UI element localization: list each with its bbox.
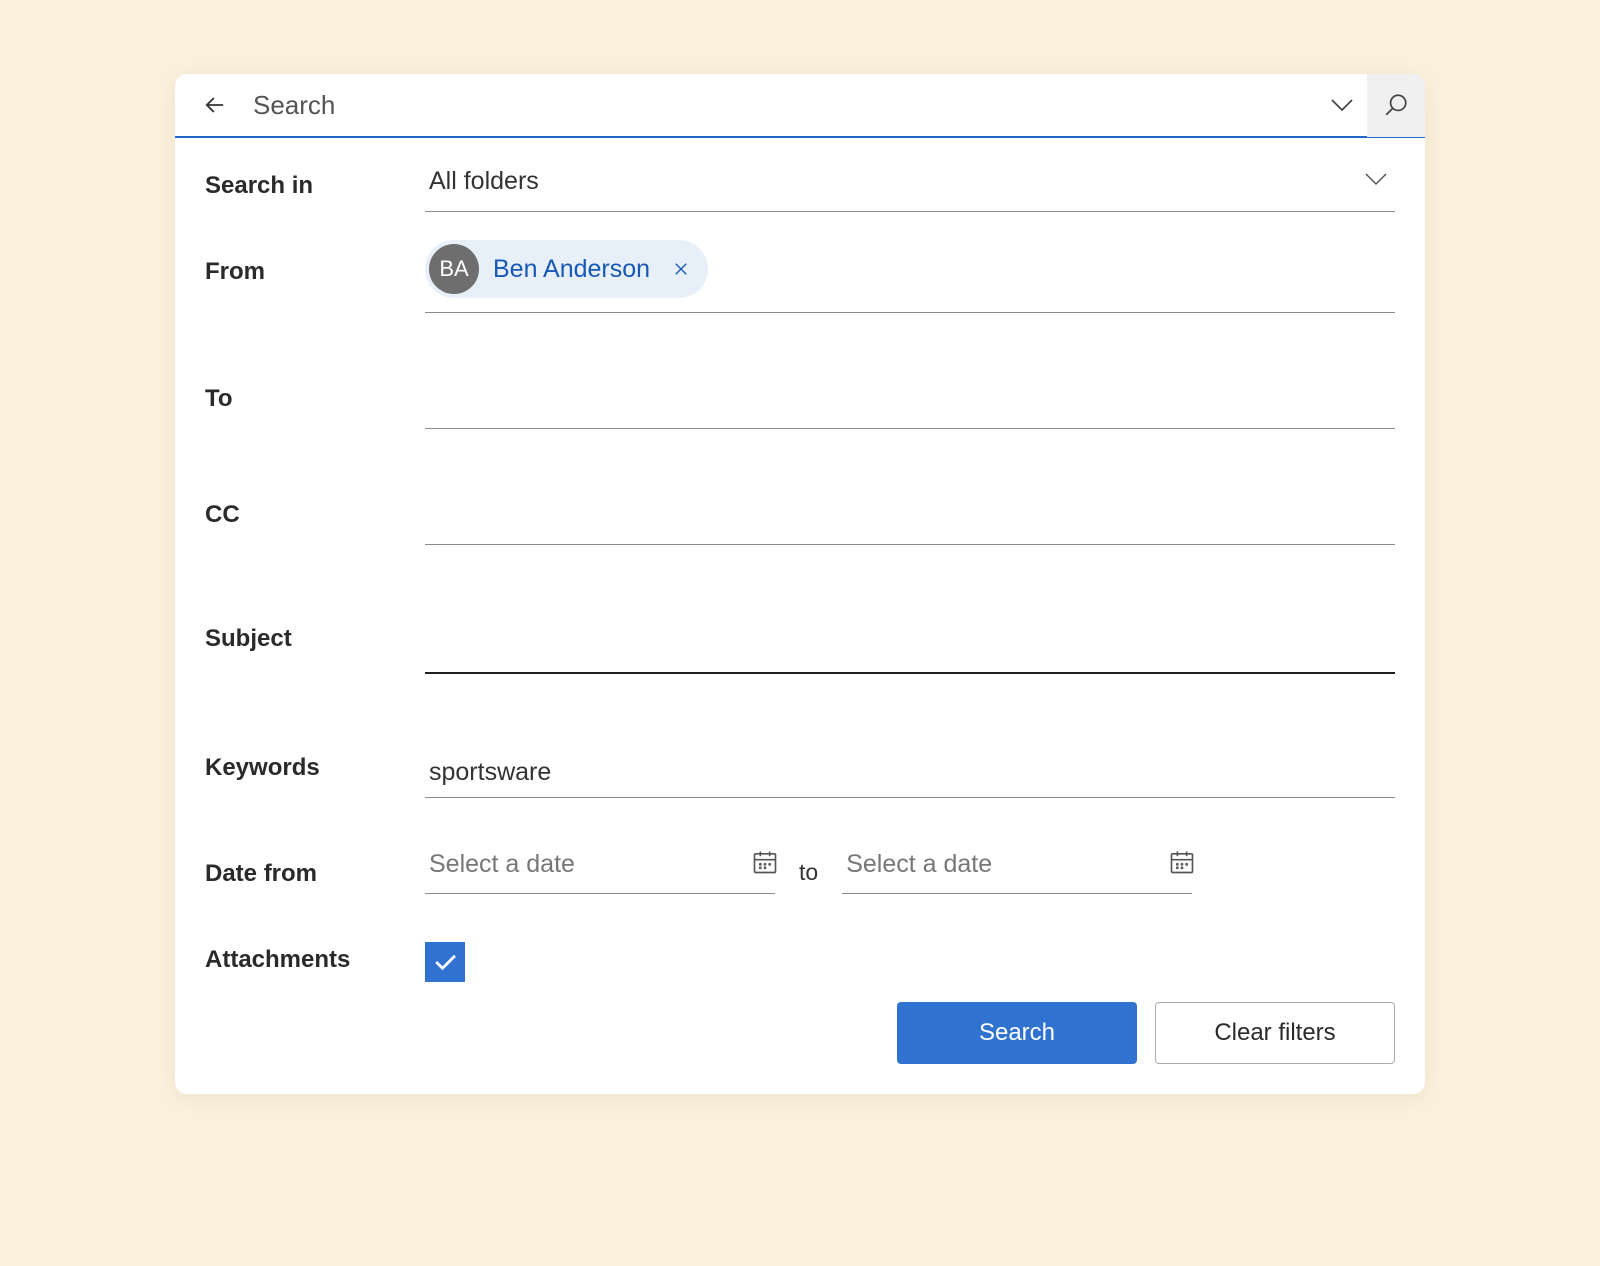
search-in-select[interactable]: All folders (425, 164, 1395, 212)
cc-field[interactable] (425, 473, 1395, 545)
label-subject: Subject (205, 589, 425, 653)
calendar-icon[interactable] (751, 848, 779, 881)
from-field[interactable]: BA Ben Anderson (425, 240, 1395, 313)
collapse-toggle[interactable] (1317, 74, 1367, 137)
row-to: To (205, 357, 1395, 429)
back-button[interactable] (197, 87, 233, 123)
label-to: To (205, 357, 425, 413)
label-from: From (205, 240, 425, 286)
search-icon (1383, 92, 1409, 118)
subject-field[interactable] (425, 589, 1395, 674)
advanced-search-panel: Search in All folders From BA Ben Anders… (175, 74, 1425, 1094)
label-cc: CC (205, 473, 425, 529)
row-from: From BA Ben Anderson (205, 240, 1395, 313)
keywords-field[interactable] (425, 718, 1395, 798)
search-bar (175, 74, 1425, 138)
chevron-down-icon (1361, 164, 1391, 199)
calendar-icon[interactable] (1168, 848, 1196, 881)
label-date-from: Date from (205, 842, 425, 888)
search-button[interactable] (1367, 74, 1425, 137)
chevron-down-icon (1327, 90, 1357, 120)
to-field[interactable] (425, 357, 1395, 429)
label-search-in: Search in (205, 164, 425, 200)
row-search-in: Search in All folders (205, 164, 1395, 212)
remove-chip-button[interactable] (672, 260, 690, 278)
row-date-from: Date from to (205, 842, 1395, 894)
row-cc: CC (205, 473, 1395, 545)
label-to-date: to (799, 851, 818, 886)
arrow-left-icon (201, 91, 229, 119)
person-chip: BA Ben Anderson (425, 240, 708, 298)
date-to-field[interactable] (842, 842, 1192, 894)
row-attachments: Attachments (205, 938, 1395, 982)
avatar: BA (429, 244, 479, 294)
clear-filters-button[interactable]: Clear filters (1155, 1002, 1395, 1064)
label-attachments: Attachments (205, 938, 425, 974)
date-range: to (425, 842, 1395, 894)
button-row: Search Clear filters (205, 1002, 1395, 1064)
close-icon (672, 260, 690, 278)
date-from-field[interactable] (425, 842, 775, 894)
row-subject: Subject (205, 589, 1395, 674)
attachments-checkbox[interactable] (425, 942, 465, 982)
label-keywords: Keywords (205, 718, 425, 782)
search-input[interactable] (253, 90, 1317, 121)
date-from-input[interactable] (429, 850, 751, 879)
search-submit-button[interactable]: Search (897, 1002, 1137, 1064)
advanced-search-form: Search in All folders From BA Ben Anders… (175, 138, 1425, 1094)
date-to-input[interactable] (846, 850, 1168, 879)
search-in-value: All folders (429, 167, 1361, 196)
check-icon (430, 947, 460, 977)
row-keywords: Keywords (205, 718, 1395, 798)
chip-name: Ben Anderson (493, 255, 650, 284)
